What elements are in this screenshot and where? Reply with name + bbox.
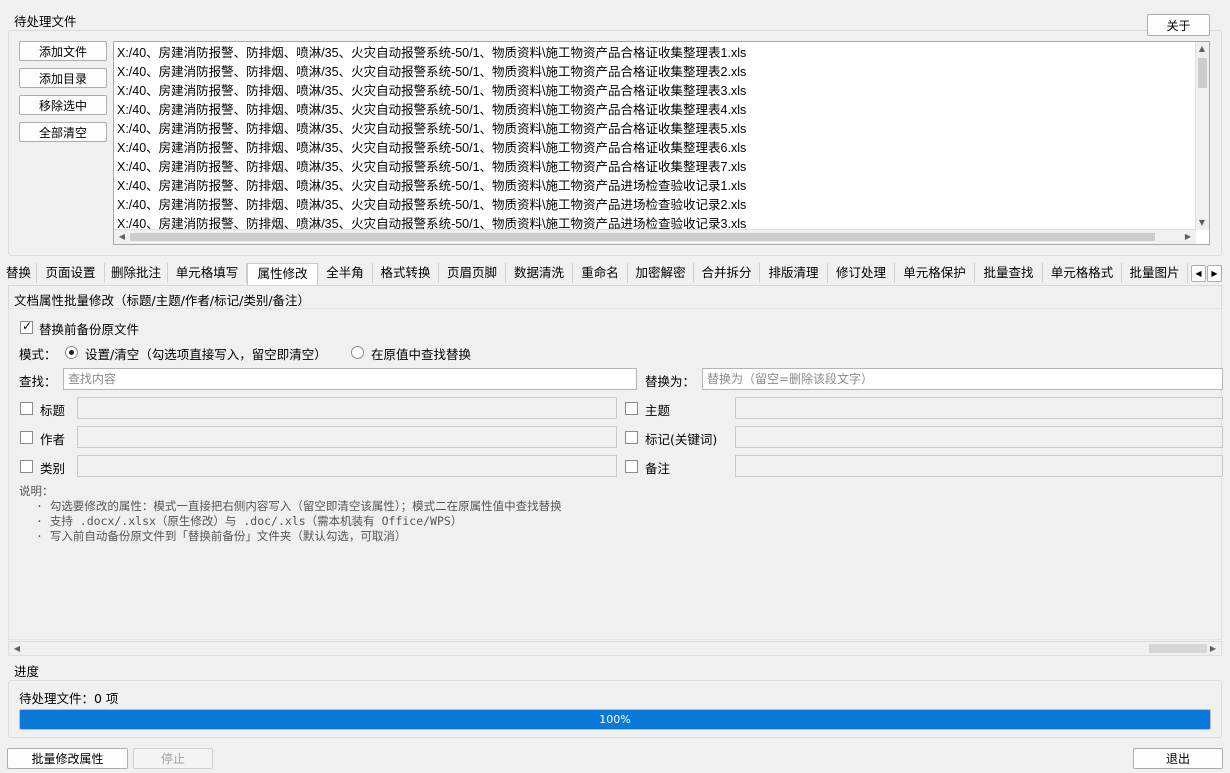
add-dir-button[interactable]: 添加目录 — [19, 68, 107, 88]
file-list-item[interactable]: X:/40、房建消防报警、防排烟、喷淋/35、火灾自动报警系统-50/1、物质资… — [114, 139, 1209, 158]
clear-all-button[interactable]: 全部清空 — [19, 122, 107, 142]
checkmark-icon: ✓ — [22, 319, 33, 333]
comments-label: 备注 — [645, 461, 671, 476]
panel-hscrollbar[interactable]: ◀ ▶ — [8, 641, 1222, 656]
file-list-item[interactable]: X:/40、房建消防报警、防排烟、喷淋/35、火灾自动报警系统-50/1、物质资… — [114, 158, 1209, 177]
tab-17[interactable]: 批量图片 — [1122, 263, 1188, 283]
tab-0[interactable]: 替换 — [0, 263, 37, 283]
note-line: · 支持 .docx/.xlsx（原生修改）与 .doc/.xls（需本机装有 … — [36, 514, 463, 528]
progress-title: 进度 — [14, 664, 40, 679]
note-line: · 勾选要修改的属性：模式一直接把右侧内容写入（留空即清空该属性）；模式二在原属… — [36, 499, 562, 513]
scroll-down-icon[interactable]: ▼ — [1196, 218, 1208, 228]
comments-checkbox[interactable] — [625, 460, 638, 473]
tab-bar: 替换 页面设置 删除批注 单元格填写 属性修改 全半角 格式转换 页眉页脚 数据清洗 重命名 加密解… — [0, 263, 1230, 285]
tab-5[interactable]: 全半角 — [318, 263, 373, 283]
notes-title: 说明： — [19, 484, 54, 498]
mode-label: 模式： — [19, 347, 57, 362]
tab-2[interactable]: 删除批注 — [105, 263, 168, 283]
replace-input[interactable] — [702, 368, 1223, 390]
batch-modify-button[interactable]: 批量修改属性 — [7, 748, 128, 769]
tab-8[interactable]: 数据清洗 — [506, 263, 573, 283]
tab-scroll-left-icon[interactable]: ◀ — [1191, 265, 1206, 282]
tab-scroll-right-icon[interactable]: ▶ — [1207, 265, 1222, 282]
file-list-item[interactable]: X:/40、房建消防报警、防排烟、喷淋/35、火灾自动报警系统-50/1、物质资… — [114, 120, 1209, 139]
tab-15[interactable]: 批量查找 — [975, 263, 1043, 283]
add-file-button[interactable]: 添加文件 — [19, 41, 107, 61]
stop-button[interactable]: 停止 — [133, 748, 213, 769]
subject-input[interactable] — [735, 397, 1223, 419]
replace-label: 替换为： — [645, 374, 696, 389]
note-line: · 写入前自动备份原文件到「替换前备份」文件夹（默认勾选，可取消） — [36, 529, 407, 543]
find-label: 查找： — [19, 374, 57, 389]
tab-12[interactable]: 排版清理 — [760, 263, 828, 283]
file-list-item[interactable]: X:/40、房建消防报警、防排烟、喷淋/35、火灾自动报警系统-50/1、物质资… — [114, 63, 1209, 82]
category-input[interactable] — [77, 455, 617, 477]
category-label: 类别 — [40, 461, 66, 476]
scroll-left-icon[interactable]: ◀ — [11, 644, 23, 654]
tab-14[interactable]: 单元格保护 — [895, 263, 975, 283]
tab-13[interactable]: 修订处理 — [828, 263, 895, 283]
exit-button[interactable]: 退出 — [1133, 748, 1223, 769]
progress-text: 100% — [599, 713, 631, 726]
tab-11[interactable]: 合并拆分 — [694, 263, 760, 283]
mode-replace-label: 在原值中查找替换 — [371, 347, 472, 362]
scroll-right-icon[interactable]: ▶ — [1207, 644, 1219, 654]
mode-set-radio[interactable] — [65, 346, 78, 359]
vscroll-thumb[interactable] — [1198, 58, 1207, 88]
tab-6[interactable]: 格式转换 — [373, 263, 439, 283]
pending-count: 待处理文件：0 项 — [19, 691, 119, 706]
keywords-input[interactable] — [735, 426, 1223, 448]
remove-selected-button[interactable]: 移除选中 — [19, 95, 107, 115]
mode-set-label: 设置/清空（勾选项直接写入，留空即清空） — [85, 347, 327, 362]
keywords-label: 标记(关键词) — [645, 432, 718, 447]
author-label: 作者 — [40, 432, 66, 447]
panel-hscroll-thumb[interactable] — [1149, 644, 1207, 653]
file-section-title: 待处理文件 — [14, 14, 77, 29]
title-input[interactable] — [77, 397, 617, 419]
file-list-item[interactable]: X:/40、房建消防报警、防排烟、喷淋/35、火灾自动报警系统-50/1、物质资… — [114, 177, 1209, 196]
mode-replace-radio[interactable] — [351, 346, 364, 359]
file-list-item[interactable]: X:/40、房建消防报警、防排烟、喷淋/35、火灾自动报警系统-50/1、物质资… — [114, 196, 1209, 215]
tab-7[interactable]: 页眉页脚 — [439, 263, 506, 283]
tab-9[interactable]: 重命名 — [573, 263, 628, 283]
file-list-item[interactable]: X:/40、房建消防报警、防排烟、喷淋/35、火灾自动报警系统-50/1、物质资… — [114, 101, 1209, 120]
backup-checkbox[interactable]: ✓ — [20, 319, 33, 334]
title-label: 标题 — [40, 403, 66, 418]
file-list[interactable]: X:/40、房建消防报警、防排烟、喷淋/35、火灾自动报警系统-50/1、物质资… — [113, 41, 1210, 245]
scroll-left-icon[interactable]: ◀ — [116, 232, 128, 242]
radio-dot-icon — [69, 350, 74, 355]
tab-10[interactable]: 加密解密 — [628, 263, 694, 283]
author-input[interactable] — [77, 426, 617, 448]
author-checkbox[interactable] — [20, 431, 33, 444]
title-checkbox[interactable] — [20, 402, 33, 415]
find-input[interactable] — [63, 368, 637, 390]
file-list-item[interactable]: X:/40、房建消防报警、防排烟、喷淋/35、火灾自动报警系统-50/1、物质资… — [114, 44, 1209, 63]
subject-checkbox[interactable] — [625, 402, 638, 415]
subject-label: 主题 — [645, 403, 671, 418]
file-rows: X:/40、房建消防报警、防排烟、喷淋/35、火灾自动报警系统-50/1、物质资… — [114, 42, 1209, 234]
category-checkbox[interactable] — [20, 460, 33, 473]
file-list-vscrollbar[interactable]: ▲ ▼ — [1195, 42, 1209, 230]
scroll-up-icon[interactable]: ▲ — [1196, 44, 1208, 54]
backup-label: 替换前备份原文件 — [39, 322, 140, 337]
progress-bar: 100% — [19, 709, 1211, 730]
tab-4[interactable]: 属性修改 — [247, 263, 318, 285]
comments-input[interactable] — [735, 455, 1223, 477]
keywords-checkbox[interactable] — [625, 431, 638, 444]
tab-3[interactable]: 单元格填写 — [168, 263, 247, 283]
scroll-right-icon[interactable]: ▶ — [1182, 232, 1194, 242]
tab-1[interactable]: 页面设置 — [37, 263, 105, 283]
file-list-item[interactable]: X:/40、房建消防报警、防排烟、喷淋/35、火灾自动报警系统-50/1、物质资… — [114, 82, 1209, 101]
about-button[interactable]: 关于 — [1147, 14, 1210, 36]
tab-16[interactable]: 单元格格式 — [1043, 263, 1122, 283]
file-list-hscrollbar[interactable]: ◀ ▶ — [114, 229, 1196, 244]
hscroll-thumb[interactable] — [130, 233, 1155, 241]
panel-heading: 文档属性批量修改（标题/主题/作者/标记/类别/备注） — [14, 293, 311, 308]
